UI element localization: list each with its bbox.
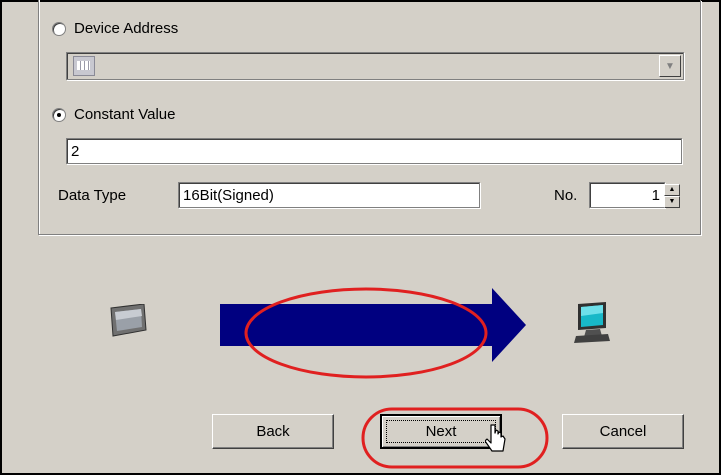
constant-value-option[interactable]: Constant Value [52, 106, 175, 123]
count-label: No. [554, 187, 578, 204]
arrow-highlight-ellipse [244, 287, 488, 379]
mouse-cursor-icon [485, 424, 506, 452]
constant-value-label: Constant Value [74, 106, 176, 123]
table-grid-icon [73, 56, 95, 76]
panel-device-icon [110, 304, 147, 337]
pc-monitor-icon [574, 302, 610, 343]
count-spinner[interactable]: ▲ ▼ [664, 184, 680, 208]
data-type-label: Data Type [58, 187, 127, 204]
device-address-option[interactable]: Device Address [52, 20, 178, 37]
spin-down-icon[interactable]: ▼ [664, 196, 680, 208]
wizard-window: Device Address ▼ Constant Value 2 Data T… [0, 0, 721, 475]
spin-up-icon[interactable]: ▲ [664, 184, 680, 196]
constant-value-input[interactable]: 2 [66, 138, 682, 164]
data-type-field[interactable]: 16Bit(Signed) [178, 182, 480, 208]
constant-value-radio[interactable] [52, 107, 66, 122]
device-address-combo[interactable]: ▼ [66, 52, 684, 80]
device-address-radio[interactable] [52, 21, 66, 36]
cancel-button[interactable]: Cancel [562, 414, 684, 449]
count-input[interactable]: 1 [589, 182, 665, 208]
device-address-label: Device Address [74, 20, 179, 37]
back-button[interactable]: Back [212, 414, 334, 449]
chevron-down-icon[interactable]: ▼ [659, 55, 681, 77]
next-highlight-ellipse [361, 407, 549, 469]
